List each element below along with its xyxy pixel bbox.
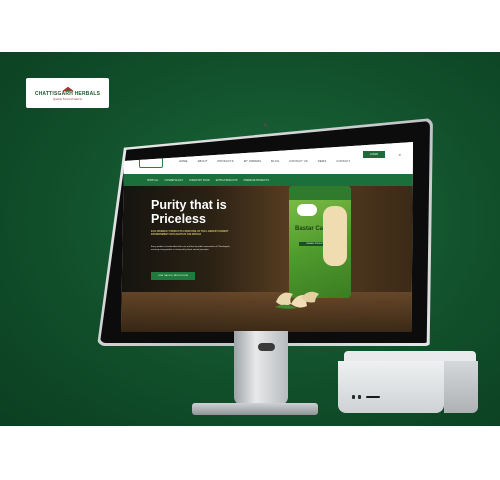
- hero-subtitle: ECO-FRIENDLY PRODUCTS FROM ONE OF THE LA…: [151, 230, 229, 237]
- wood-surface: [121, 292, 413, 332]
- hero-cta-button[interactable]: JOIN THE ECO REVOLUTION: [151, 272, 195, 280]
- nav-link-blog[interactable]: BLOG: [271, 160, 279, 163]
- hero-banner: Purity that is Priceless ECO-FRIENDLY PR…: [121, 186, 413, 332]
- category-premium-products[interactable]: PREMIUM PRODUCTS: [244, 179, 269, 182]
- nav-link-news[interactable]: NEWS: [318, 160, 327, 163]
- product-pack: Bastar Cashew ORGANIC PRODUCT: [289, 186, 351, 298]
- card-slot-icon: [366, 396, 380, 398]
- hero-title: Purity that is Priceless: [151, 198, 227, 226]
- brand-logo-card: CHATTISGARH HERBALS Quality Forest Produ…: [26, 78, 109, 108]
- pack-header: [289, 186, 351, 200]
- nav-link-contact[interactable]: CONTACT: [336, 160, 350, 163]
- pc-front: [338, 361, 444, 413]
- nav-link-about[interactable]: ABOUT: [198, 160, 208, 163]
- pack-window: [323, 206, 347, 266]
- camera-icon: [264, 123, 267, 126]
- brand-logo: CHATTISGARH HERBALS Quality Forest Produ…: [35, 83, 100, 103]
- mini-desktop-computer: [338, 351, 478, 414]
- website-screen: HOME ABOUT PRODUCTS MY ORDERS BLOG CONTA…: [121, 142, 413, 332]
- desktop-monitor: HOME ABOUT PRODUCTS MY ORDERS BLOG CONTA…: [97, 118, 433, 346]
- nav-link-home[interactable]: HOME: [179, 160, 188, 163]
- category-shop-all[interactable]: SHOP ALL: [147, 179, 159, 182]
- cashew-nuts-icon: [275, 291, 319, 309]
- category-extra-products[interactable]: EXTRA PRODUCTS: [216, 179, 238, 182]
- pack-brand-badge: [297, 204, 317, 216]
- category-forestry-food[interactable]: FORESTRY FOOD: [189, 179, 210, 182]
- stand-cable-hole: [258, 343, 275, 351]
- search-icon[interactable]: ⌕: [399, 152, 401, 157]
- nav-link-products[interactable]: PRODUCTS: [218, 160, 234, 163]
- hero-body: Every product is handcrafted with care a…: [151, 246, 231, 251]
- nav-link-orders[interactable]: MY ORDERS: [244, 160, 261, 163]
- usb-port-icon: [352, 395, 355, 399]
- category-cosmetology[interactable]: COSMETOLOGY: [165, 179, 184, 182]
- site-nav: HOME ABOUT PRODUCTS MY ORDERS BLOG CONTA…: [179, 160, 350, 163]
- monitor-base: [192, 403, 318, 415]
- category-bar: SHOP ALL COSMETOLOGY FORESTRY FOOD EXTRA…: [121, 174, 413, 186]
- pc-top: [344, 351, 476, 361]
- login-button[interactable]: LOGIN: [363, 151, 385, 158]
- usb-port-icon: [358, 395, 361, 399]
- pc-side: [444, 361, 478, 413]
- nav-link-contact-us[interactable]: CONTACT US: [289, 160, 308, 163]
- logo-tagline: Quality Forest Products: [53, 96, 82, 101]
